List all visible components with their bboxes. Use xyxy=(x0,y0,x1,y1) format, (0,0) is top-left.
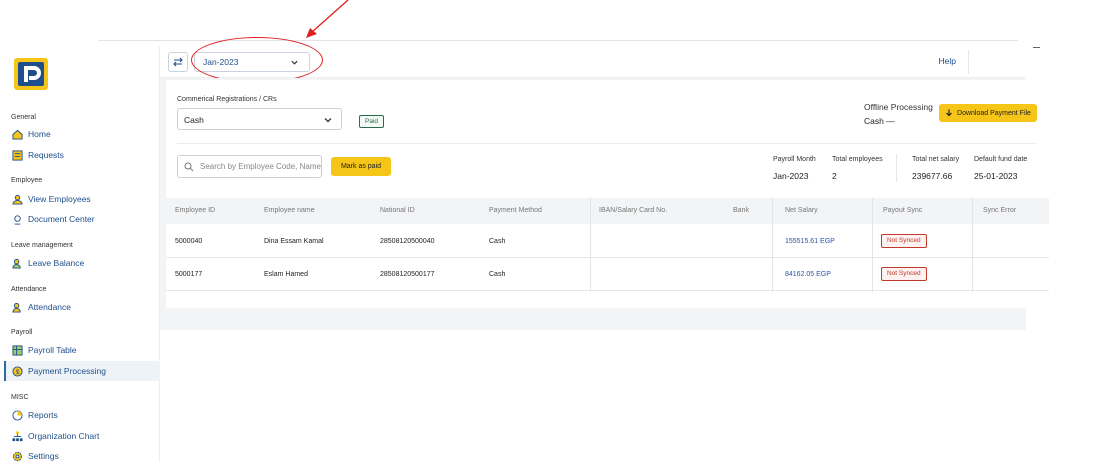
col-net-salary[interactable]: Net Salary xyxy=(785,207,818,214)
sidebar-item-label: Leave Balance xyxy=(28,258,85,268)
section-divider xyxy=(177,143,1037,144)
table-row[interactable]: 5000177 Eslam Hamed 28508120500177 Cash … xyxy=(166,258,1049,291)
total-net-salary-value: 239677.66 xyxy=(912,171,953,181)
search-icon xyxy=(184,162,194,172)
swap-icon xyxy=(173,57,183,67)
download-label: Download Payment File xyxy=(957,109,1031,117)
section-general: General xyxy=(11,114,36,121)
sidebar-item-settings[interactable]: Settings xyxy=(4,447,160,465)
col-national-id[interactable]: National ID xyxy=(380,207,415,214)
switch-company-button[interactable] xyxy=(168,52,188,72)
sidebar-item-payment-processing[interactable]: $ Payment Processing xyxy=(4,361,160,381)
sidebar-item-payroll-table[interactable]: Payroll Table xyxy=(4,341,160,359)
sidebar-item-label: View Employees xyxy=(28,194,91,204)
sidebar-item-label: Reports xyxy=(28,410,58,420)
sidebar-item-organization-chart[interactable]: Organization Chart xyxy=(4,427,160,445)
svg-text:$: $ xyxy=(16,368,20,375)
status-badge: Not Synced xyxy=(881,234,927,248)
offline-processing-value: Cash — xyxy=(864,116,895,126)
cr-value: Cash xyxy=(184,115,204,125)
offline-processing-title: Offline Processing xyxy=(864,102,933,112)
sidebar-item-label: Document Center xyxy=(28,214,95,224)
help-link[interactable]: Help xyxy=(939,56,956,66)
paid-filter-badge[interactable]: Paid xyxy=(359,115,385,128)
cr-select[interactable]: Cash xyxy=(177,108,342,130)
cell-national-id: 28508120500177 xyxy=(380,271,435,278)
employees-icon xyxy=(12,194,23,205)
col-bank[interactable]: Bank xyxy=(733,207,749,214)
cell-employee-name: Eslam Hamed xyxy=(264,271,308,278)
minimize-icon[interactable] xyxy=(1033,47,1040,48)
reports-icon xyxy=(12,409,23,421)
header-divider xyxy=(968,50,969,74)
cell-net-salary[interactable]: 84162.05 EGP xyxy=(785,271,831,278)
payment-icon: $ xyxy=(12,365,23,377)
search-input[interactable]: Search by Employee Code, Name xyxy=(177,155,322,178)
sidebar-item-leave-balance[interactable]: Leave Balance xyxy=(4,254,160,272)
col-employee-id[interactable]: Employee ID xyxy=(175,207,215,214)
sidebar-item-label: Settings xyxy=(28,451,59,461)
table-row[interactable]: 5000040 Dina Essam Kamal 28508120500040 … xyxy=(166,225,1049,258)
payroll-table-icon xyxy=(12,344,23,356)
cell-national-id: 28508120500040 xyxy=(380,238,435,245)
sidebar: General Home Requests Employee View Empl… xyxy=(0,46,160,462)
section-attendance: Attendance xyxy=(11,286,47,293)
download-icon xyxy=(946,109,952,117)
section-employee: Employee xyxy=(11,177,43,184)
section-leave-management: Leave management xyxy=(11,242,73,249)
cell-employee-id: 5000040 xyxy=(175,238,203,245)
sidebar-item-document-center[interactable]: Document Center xyxy=(4,210,160,228)
cell-net-salary[interactable]: 155515.61 EGP xyxy=(785,238,835,245)
cell-employee-id: 5000177 xyxy=(175,271,203,278)
col-iban[interactable]: IBAN/Salary Card No. xyxy=(599,207,667,214)
sidebar-item-attendance[interactable]: Attendance xyxy=(4,298,160,316)
requests-icon xyxy=(12,149,23,161)
cell-employee-name: Dina Essam Kamal xyxy=(264,238,324,245)
download-payment-file-button[interactable]: Download Payment File xyxy=(939,104,1037,122)
total-employees-value: 2 xyxy=(832,171,837,181)
sidebar-item-requests[interactable]: Requests xyxy=(4,146,160,164)
cr-label: Commerical Registrations / CRs xyxy=(177,96,277,103)
col-sync-error[interactable]: Sync Error xyxy=(983,207,1016,214)
payroll-month-label: Payroll Month xyxy=(773,156,816,163)
default-fund-date-value: 25-01-2023 xyxy=(974,171,1018,181)
mark-as-paid-button[interactable]: Mark as paid xyxy=(331,157,391,176)
sidebar-item-label: Attendance xyxy=(28,302,72,312)
search-placeholder: Search by Employee Code, Name xyxy=(200,162,321,171)
attendance-icon xyxy=(12,302,21,313)
settings-icon xyxy=(12,451,23,461)
status-badge: Not Synced xyxy=(881,267,927,281)
document-icon xyxy=(14,214,21,225)
payroll-month-value: Jan-2023 xyxy=(773,171,809,181)
company-logo[interactable] xyxy=(14,58,48,90)
default-fund-date-label: Default fund date xyxy=(974,156,1028,163)
sidebar-item-label: Payroll Table xyxy=(28,345,77,355)
col-employee-name[interactable]: Employee name xyxy=(264,207,315,214)
org-chart-icon xyxy=(12,430,23,441)
sidebar-item-view-employees[interactable]: View Employees xyxy=(4,190,160,208)
annotation-circle xyxy=(191,37,323,83)
sidebar-item-label: Payment Processing xyxy=(28,366,106,376)
leave-icon xyxy=(12,258,21,269)
stat-divider xyxy=(896,154,897,182)
total-net-salary-label: Total net salary xyxy=(912,156,960,163)
cell-payment-method: Cash xyxy=(489,238,506,245)
table-header: Employee ID Employee name National ID Pa… xyxy=(166,198,1049,224)
col-payout-sync[interactable]: Payout Sync xyxy=(883,207,922,214)
section-misc: MISC xyxy=(11,394,29,401)
section-payroll: Payroll xyxy=(11,329,33,336)
sidebar-item-reports[interactable]: Reports xyxy=(4,406,160,424)
col-payment-method[interactable]: Payment Method xyxy=(489,207,542,214)
cell-payment-method: Cash xyxy=(489,271,506,278)
sidebar-item-label: Organization Chart xyxy=(28,431,100,441)
total-employees-label: Total employees xyxy=(832,156,883,163)
sidebar-item-label: Requests xyxy=(28,150,64,160)
sidebar-item-home[interactable]: Home xyxy=(4,125,160,143)
chevron-down-icon xyxy=(324,118,332,123)
home-icon xyxy=(12,129,23,140)
annotation-arrow-icon xyxy=(306,0,349,38)
sidebar-item-label: Home xyxy=(28,129,51,139)
